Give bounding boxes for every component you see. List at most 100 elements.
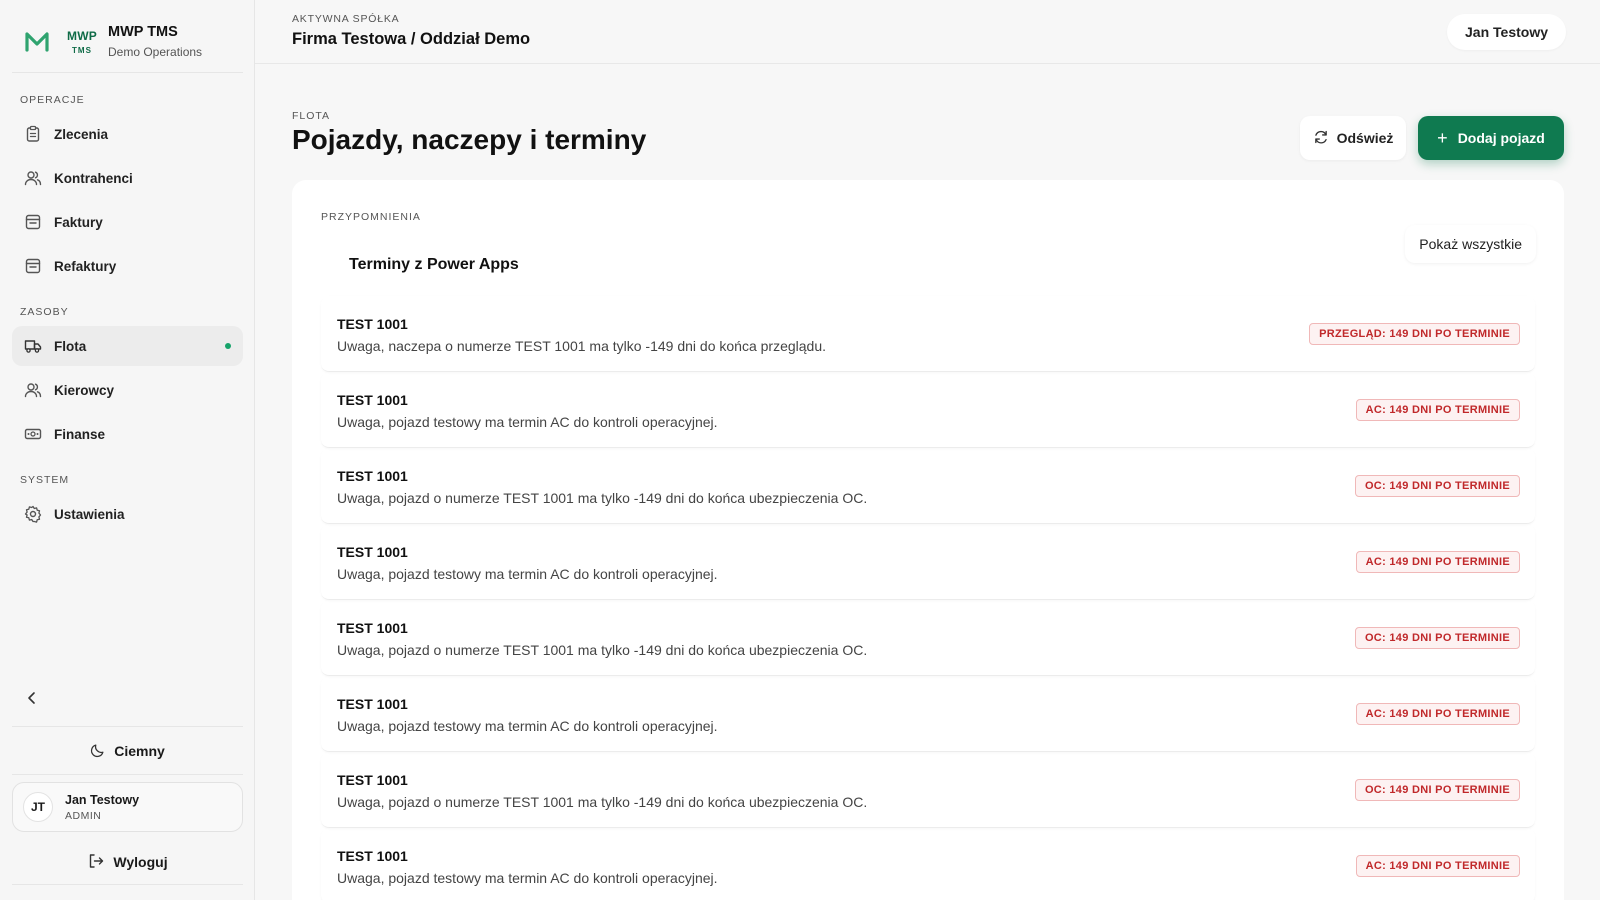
show-all-button[interactable]: Pokaż wszystkie [1405, 225, 1536, 263]
reminder-title: TEST 1001 [337, 544, 408, 560]
sidebar-item-kierowcy[interactable]: Kierowcy [12, 370, 243, 410]
sidebar-divider [12, 774, 243, 775]
sidebar-item-label: Flota [54, 338, 87, 354]
sidebar-item-zlecenia[interactable]: Zlecenia [12, 114, 243, 154]
status-badge: OC: 149 DNI PO TERMINIE [1354, 627, 1520, 649]
list-item[interactable]: TEST 1001 Uwaga, naczepa o numerze TEST … [321, 296, 1535, 372]
section-label-zasoby: ZASOBY [20, 306, 69, 318]
user-name: Jan Testowy [65, 792, 140, 807]
collapse-sidebar-button[interactable] [22, 690, 42, 710]
reminders-kicker: PRZYPOMNIENIA [321, 211, 421, 223]
list-item[interactable]: TEST 1001 Uwaga, pojazd testowy ma termi… [321, 524, 1535, 600]
list-item[interactable]: TEST 1001 Uwaga, pojazd testowy ma termi… [321, 676, 1535, 752]
reminder-title: TEST 1001 [337, 392, 408, 408]
invoice-icon [24, 213, 42, 231]
brand-name: MWP TMS [108, 24, 178, 40]
brand-text: MWP TMS Demo Operations [108, 24, 202, 59]
sidebar-item-label: Zlecenia [54, 126, 109, 142]
refresh-button[interactable]: Odśwież [1300, 116, 1406, 160]
reminders-card: PRZYPOMNIENIA Terminy z Power Apps Pokaż… [292, 180, 1564, 900]
sidebar-item-faktury[interactable]: Faktury [12, 202, 243, 242]
reminder-description: Uwaga, pojazd o numerze TEST 1001 ma tyl… [337, 642, 868, 658]
sidebar-item-label: Faktury [54, 214, 103, 230]
status-badge: AC: 149 DNI PO TERMINIE [1355, 551, 1520, 573]
reminder-title: TEST 1001 [337, 696, 408, 712]
reminder-title: TEST 1001 [337, 468, 408, 484]
moon-icon [90, 742, 114, 761]
theme-toggle-button[interactable]: Ciemny [12, 735, 243, 767]
add-vehicle-button[interactable]: + Dodaj pojazd [1418, 116, 1564, 160]
brand-mark: MWP TMS [66, 29, 98, 55]
list-item[interactable]: TEST 1001 Uwaga, pojazd o numerze TEST 1… [321, 752, 1535, 828]
truck-icon [24, 337, 42, 355]
sidebar-item-label: Kontrahenci [54, 170, 133, 186]
reminder-title: TEST 1001 [337, 316, 408, 332]
users-icon [24, 169, 42, 187]
sidebar-divider [12, 72, 243, 73]
user-info: Jan Testowy ADMIN [65, 793, 139, 822]
sidebar-item-label: Kierowcy [54, 382, 115, 398]
list-item[interactable]: TEST 1001 Uwaga, pojazd testowy ma termi… [321, 828, 1535, 900]
reminder-description: Uwaga, pojazd o numerze TEST 1001 ma tyl… [337, 490, 868, 506]
reminder-description: Uwaga, pojazd testowy ma termin AC do ko… [337, 414, 718, 430]
reminder-description: Uwaga, pojazd testowy ma termin AC do ko… [337, 870, 718, 886]
refresh-icon [1313, 129, 1337, 148]
user-menu-button[interactable]: Jan Testowy [1447, 14, 1566, 50]
reminders-title: Terminy z Power Apps [349, 256, 519, 273]
brand-subtitle: Demo Operations [108, 45, 203, 59]
user-card[interactable]: JT Jan Testowy ADMIN [12, 782, 243, 832]
brand-mark-bottom: TMS [72, 45, 92, 55]
sidebar-item-ustawienia[interactable]: Ustawienia [12, 494, 243, 534]
money-icon [24, 425, 42, 443]
reminder-description: Uwaga, naczepa o numerze TEST 1001 ma ty… [337, 338, 826, 354]
sidebar-item-kontrahenci[interactable]: Kontrahenci [12, 158, 243, 198]
invoice-icon [24, 257, 42, 275]
avatar: JT [23, 792, 53, 822]
active-company-label: AKTYWNA SPÓŁKA [292, 13, 400, 25]
reminder-description: Uwaga, pojazd o numerze TEST 1001 ma tyl… [337, 794, 868, 810]
reminder-title: TEST 1001 [337, 772, 408, 788]
refresh-label: Odśwież [1336, 130, 1394, 146]
reminders-list: TEST 1001 Uwaga, naczepa o numerze TEST … [321, 296, 1535, 900]
section-label-operacje: OPERACJE [20, 94, 85, 106]
logout-icon [87, 852, 113, 873]
sidebar: MWP TMS MWP TMS Demo Operations OPERACJE… [0, 0, 255, 900]
logout-label: Wyloguj [113, 854, 168, 870]
sidebar-item-flota[interactable]: Flota [12, 326, 243, 366]
user-role: ADMIN [65, 809, 102, 822]
plus-icon: + [1437, 128, 1448, 148]
sidebar-item-label: Refaktury [54, 258, 117, 274]
list-item[interactable]: TEST 1001 Uwaga, pojazd o numerze TEST 1… [321, 600, 1535, 676]
gear-icon [24, 505, 42, 523]
page-title: Pojazdy, naczepy i terminy [292, 124, 647, 155]
list-item[interactable]: TEST 1001 Uwaga, pojazd testowy ma termi… [321, 372, 1535, 448]
page-kicker: FLOTA [292, 110, 331, 122]
active-indicator [225, 343, 231, 349]
theme-toggle-label: Ciemny [114, 743, 165, 759]
logout-button[interactable]: Wyloguj [12, 846, 243, 878]
sidebar-divider [12, 726, 243, 727]
sidebar-item-refaktury[interactable]: Refaktury [12, 246, 243, 286]
users-icon [24, 381, 42, 399]
reminder-title: TEST 1001 [337, 848, 408, 864]
sidebar-item-label: Ustawienia [54, 506, 125, 522]
active-company-name: Firma Testowa / Oddział Demo [292, 30, 531, 48]
logo-icon [24, 29, 50, 55]
status-badge: OC: 149 DNI PO TERMINIE [1354, 475, 1520, 497]
chevron-left-icon [25, 691, 39, 710]
status-badge: OC: 149 DNI PO TERMINIE [1354, 779, 1520, 801]
sidebar-divider [12, 884, 243, 885]
reminder-description: Uwaga, pojazd testowy ma termin AC do ko… [337, 566, 718, 582]
add-vehicle-label: Dodaj pojazd [1457, 130, 1545, 146]
clipboard-icon [24, 125, 42, 143]
status-badge: PRZEGLĄD: 149 DNI PO TERMINIE [1309, 323, 1520, 345]
list-item[interactable]: TEST 1001 Uwaga, pojazd o numerze TEST 1… [321, 448, 1535, 524]
status-badge: AC: 149 DNI PO TERMINIE [1355, 703, 1520, 725]
status-badge: AC: 149 DNI PO TERMINIE [1355, 855, 1520, 877]
topbar: AKTYWNA SPÓŁKA Firma Testowa / Oddział D… [255, 0, 1600, 64]
reminder-title: TEST 1001 [337, 620, 408, 636]
sidebar-item-finanse[interactable]: Finanse [12, 414, 243, 454]
section-label-system: SYSTEM [20, 474, 70, 486]
brand-mark-top: MWP [67, 28, 97, 43]
brand[interactable]: MWP TMS MWP TMS Demo Operations [24, 24, 202, 59]
